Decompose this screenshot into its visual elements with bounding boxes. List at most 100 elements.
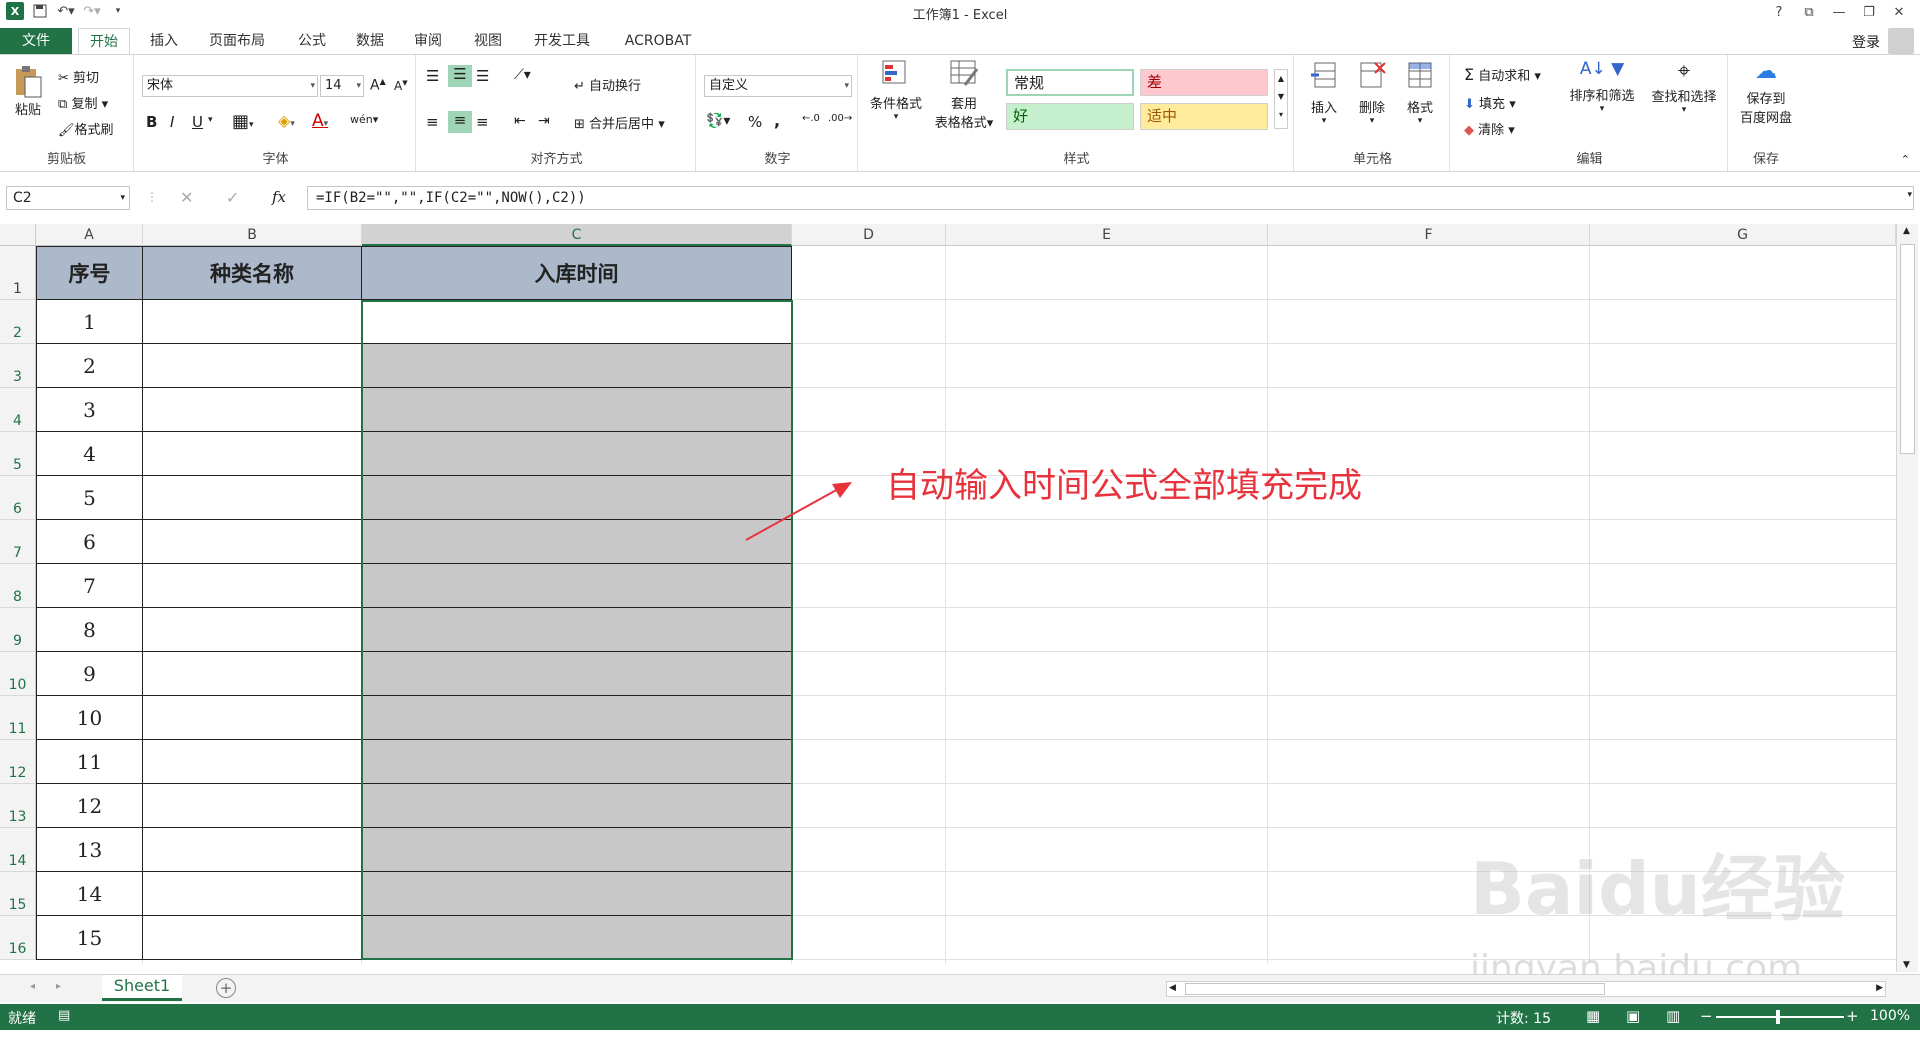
macro-record-icon[interactable]: ▤ [58, 1008, 70, 1023]
styles-scroll[interactable]: ▲ ▼ ▾ [1274, 69, 1288, 129]
row-header[interactable]: 1 [0, 246, 36, 300]
category-cell[interactable] [143, 432, 362, 476]
zoom-out-icon[interactable]: − [1700, 1007, 1713, 1025]
scroll-down-icon[interactable]: ▼ [1903, 960, 1910, 970]
fill-button[interactable]: ⬇ 填充 ▾ [1464, 93, 1516, 112]
vertical-scroll-thumb[interactable] [1900, 244, 1915, 454]
serial-cell[interactable]: 10 [36, 696, 143, 740]
fill-color-icon[interactable]: ◈▾ [278, 111, 295, 130]
serial-cell[interactable]: 3 [36, 388, 143, 432]
phonetic-button[interactable]: wén▾ [350, 113, 378, 126]
serial-cell[interactable]: 7 [36, 564, 143, 608]
scroll-up-icon[interactable]: ▲ [1903, 226, 1910, 236]
category-cell[interactable] [143, 784, 362, 828]
orientation-icon[interactable]: ⟋▾ [514, 67, 531, 83]
align-center-icon[interactable]: ≡ [448, 111, 472, 133]
align-middle-icon[interactable]: ☰ [448, 65, 472, 87]
align-bottom-icon[interactable]: ☰ [476, 67, 489, 85]
category-cell[interactable] [143, 916, 362, 960]
tab-review[interactable]: 审阅 [406, 28, 450, 54]
tab-formulas[interactable]: 公式 [290, 28, 334, 54]
horizontal-scrollbar[interactable]: ◀ ▶ [1166, 981, 1886, 997]
increase-decimal-icon[interactable]: ←.0 [802, 113, 820, 124]
shrink-font-button[interactable]: A▼ [394, 79, 408, 93]
select-all-corner[interactable] [0, 224, 36, 246]
serial-cell[interactable]: 1 [36, 300, 143, 344]
prev-sheet-icon[interactable]: ◂ [30, 981, 35, 992]
formula-input[interactable]: =IF(B2="","",IF(C2="",NOW(),C2)) [307, 186, 1914, 210]
align-left-icon[interactable]: ≡ [426, 113, 439, 131]
close-icon[interactable]: ✕ [1884, 2, 1914, 22]
row-header[interactable]: 13 [0, 784, 36, 828]
category-cell[interactable] [143, 300, 362, 344]
expand-formula-icon[interactable]: ▾ [1907, 190, 1912, 200]
serial-cell[interactable]: 14 [36, 872, 143, 916]
insert-function-icon[interactable]: fx [272, 188, 286, 206]
col-header-a[interactable]: A [36, 224, 143, 246]
row-header[interactable]: 15 [0, 872, 36, 916]
row-header[interactable]: 5 [0, 432, 36, 476]
tab-data[interactable]: 数据 [348, 28, 392, 54]
confirm-icon[interactable]: ✓ [226, 188, 239, 207]
wrap-text-button[interactable]: ↵ 自动换行 [574, 75, 641, 94]
minimize-icon[interactable]: — [1824, 2, 1854, 22]
row-header[interactable]: 9 [0, 608, 36, 652]
zoom-level[interactable]: 100% [1870, 1008, 1910, 1024]
header-cell[interactable]: 序号 [36, 246, 143, 300]
row-header[interactable]: 7 [0, 520, 36, 564]
row-header[interactable]: 8 [0, 564, 36, 608]
format-painter-button[interactable]: 🖌格式刷 [58, 119, 114, 138]
bold-button[interactable]: B [146, 113, 157, 131]
serial-cell[interactable]: 8 [36, 608, 143, 652]
category-cell[interactable] [143, 652, 362, 696]
serial-cell[interactable]: 6 [36, 520, 143, 564]
font-size-select[interactable]: 14 ▾ [320, 75, 364, 97]
percent-button[interactable]: % [748, 113, 762, 131]
cut-button[interactable]: ✂ 剪切 [58, 67, 99, 86]
zoom-in-icon[interactable]: + [1846, 1007, 1859, 1025]
serial-cell[interactable]: 13 [36, 828, 143, 872]
accounting-format-icon[interactable]: 💱▾ [706, 113, 730, 129]
align-top-icon[interactable]: ☰ [426, 67, 439, 85]
row-header[interactable]: 14 [0, 828, 36, 872]
tab-home[interactable]: 开始 [78, 28, 130, 55]
category-cell[interactable] [143, 344, 362, 388]
serial-cell[interactable]: 11 [36, 740, 143, 784]
zoom-slider-thumb[interactable] [1776, 1010, 1780, 1024]
category-cell[interactable] [143, 696, 362, 740]
merge-center-button[interactable]: ⊞ 合并后居中 ▾ [574, 113, 665, 132]
cancel-icon[interactable]: ✕ [180, 188, 193, 207]
sort-filter-button[interactable]: A↓ ▼ 排序和筛选 ▾ [1564, 59, 1640, 114]
style-neutral[interactable]: 适中 [1140, 103, 1268, 130]
category-cell[interactable] [143, 388, 362, 432]
sheet-tab-sheet1[interactable]: Sheet1 [102, 975, 182, 1001]
row-header[interactable]: 16 [0, 916, 36, 960]
col-header-e[interactable]: E [946, 224, 1268, 246]
col-header-f[interactable]: F [1268, 224, 1590, 246]
font-color-icon[interactable]: A▾ [312, 111, 328, 131]
category-cell[interactable] [143, 520, 362, 564]
comma-button[interactable]: , [774, 111, 780, 130]
category-cell[interactable] [143, 828, 362, 872]
row-header[interactable]: 6 [0, 476, 36, 520]
serial-cell[interactable]: 12 [36, 784, 143, 828]
scroll-left-icon[interactable]: ◀ [1169, 983, 1176, 993]
row-header[interactable]: 10 [0, 652, 36, 696]
add-sheet-button[interactable]: + [216, 978, 236, 998]
style-normal[interactable]: 常规 [1006, 69, 1134, 96]
format-cells-button[interactable]: 格式 ▾ [1400, 59, 1440, 126]
paste-button[interactable]: 粘贴 [10, 65, 46, 118]
category-cell[interactable] [143, 476, 362, 520]
col-header-b[interactable]: B [143, 224, 362, 246]
col-header-d[interactable]: D [792, 224, 946, 246]
number-format-select[interactable]: 自定义 ▾ [704, 75, 852, 97]
horizontal-scroll-thumb[interactable] [1185, 983, 1605, 995]
tab-view[interactable]: 视图 [466, 28, 510, 54]
clear-button[interactable]: ◆ 清除 ▾ [1464, 119, 1515, 138]
next-sheet-icon[interactable]: ▸ [56, 981, 61, 992]
zoom-slider[interactable] [1716, 1016, 1844, 1018]
category-cell[interactable] [143, 872, 362, 916]
category-cell[interactable] [143, 740, 362, 784]
serial-cell[interactable]: 5 [36, 476, 143, 520]
help-button[interactable]: ? [1764, 2, 1794, 22]
